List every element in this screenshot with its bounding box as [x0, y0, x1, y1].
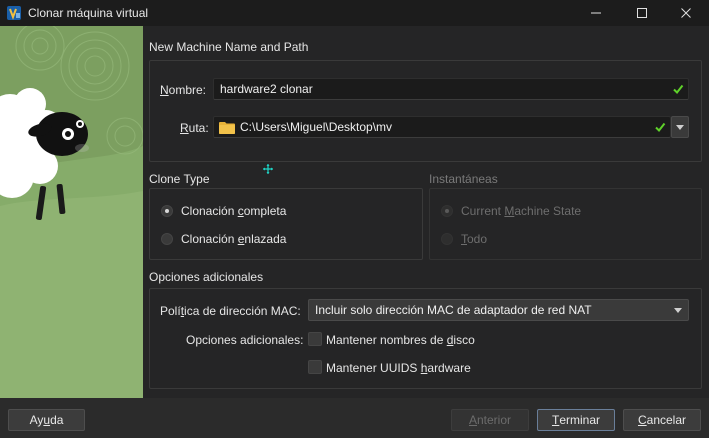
title-bar: Clonar máquina virtual — [0, 0, 709, 26]
name-path-header: New Machine Name and Path — [149, 40, 309, 54]
move-cursor-icon — [263, 164, 273, 174]
full-clone-radio[interactable] — [161, 205, 173, 217]
wizard-illustration — [0, 26, 143, 398]
path-label: Ruta: — [180, 121, 209, 135]
clone-type-header: Clone Type — [149, 172, 210, 186]
mac-policy-select[interactable]: Incluir solo dirección MAC de adaptador … — [308, 299, 689, 321]
maximize-icon — [637, 8, 647, 18]
sheep-illustration-icon — [0, 26, 143, 398]
valid-check-icon — [673, 84, 684, 95]
name-input[interactable]: hardware2 clonar — [213, 78, 689, 100]
virtualbox-logo-icon — [7, 6, 21, 20]
button-bar: Ay u da Anterior Terminar Cancelar — [0, 398, 709, 438]
clone-type-group — [149, 188, 423, 260]
linked-clone-radio[interactable] — [161, 233, 173, 245]
snapshots-group — [429, 188, 702, 260]
current-state-label[interactable]: Current Machine State — [461, 204, 581, 218]
close-button[interactable] — [663, 0, 709, 26]
mac-policy-value: Incluir solo dirección MAC de adaptador … — [315, 303, 592, 317]
mac-policy-label: Política de dirección MAC: — [160, 304, 301, 318]
help-button[interactable]: Ay u da — [8, 409, 85, 431]
finish-button[interactable]: Terminar — [537, 409, 615, 431]
keep-hardware-uuids-checkbox[interactable] — [308, 360, 322, 374]
all-snapshots-radio[interactable] — [441, 233, 453, 245]
back-button[interactable]: Anterior — [451, 409, 529, 431]
all-snapshots-label[interactable]: Todo — [461, 232, 487, 246]
current-state-radio[interactable] — [441, 205, 453, 217]
keep-hardware-uuids-label[interactable]: Mantener UUIDS hardware — [326, 361, 471, 375]
minimize-button[interactable] — [573, 0, 619, 26]
chevron-down-icon — [674, 308, 682, 313]
full-clone-label[interactable]: Clonación completa — [181, 204, 286, 218]
keep-disk-names-label[interactable]: Mantener nombres de disco — [326, 333, 475, 347]
name-label: Nombre: — [160, 83, 207, 97]
main-panel: New Machine Name and Path Nombre: hardwa… — [143, 26, 709, 398]
path-dropdown-button[interactable] — [671, 116, 689, 138]
minimize-icon — [591, 12, 601, 14]
keep-disk-names-checkbox[interactable] — [308, 332, 322, 346]
path-valid-check-icon — [655, 122, 666, 133]
additional-options-label: Opciones adicionales: — [186, 333, 304, 347]
additional-options-header: Opciones adicionales — [149, 270, 264, 284]
cancel-button[interactable]: Cancelar — [623, 409, 701, 431]
linked-clone-label[interactable]: Clonación enlazada — [181, 232, 286, 246]
name-path-group — [149, 60, 702, 162]
maximize-button[interactable] — [619, 0, 665, 26]
path-value: C:\Users\Miguel\Desktop\mv — [240, 120, 393, 134]
window-title: Clonar máquina virtual — [28, 6, 149, 20]
close-icon — [681, 8, 691, 18]
name-input-value: hardware2 clonar — [220, 82, 313, 96]
folder-icon — [219, 122, 235, 134]
path-combo-input[interactable]: C:\Users\Miguel\Desktop\mv — [213, 116, 671, 138]
chevron-down-icon — [676, 124, 684, 130]
snapshots-header: Instantáneas — [429, 172, 498, 186]
